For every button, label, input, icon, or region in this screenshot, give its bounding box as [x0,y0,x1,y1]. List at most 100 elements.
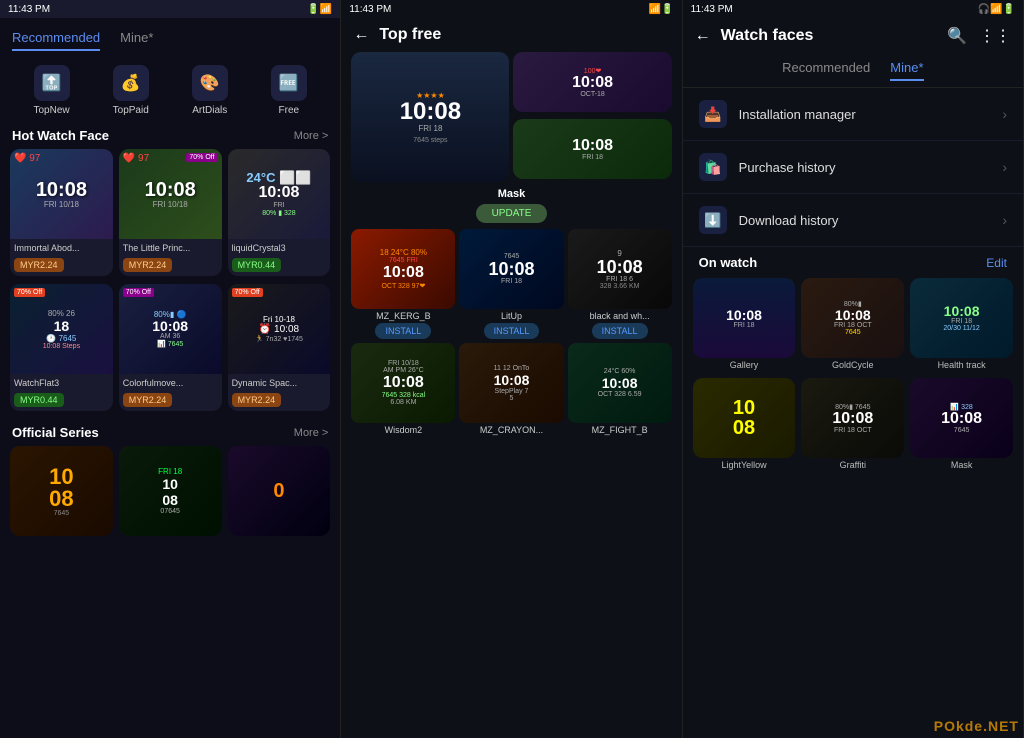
blackwhite-install[interactable]: INSTALL [592,323,648,339]
hot-more[interactable]: More > [294,130,329,142]
on-watch-header: On watch Edit [683,247,1023,274]
official-thumb-1: 10 08 7645 [10,446,113,536]
official-section-header: Official Series More > [0,419,340,446]
time-p1: 11:43 PM [8,4,50,15]
update-button[interactable]: UPDATE [476,204,548,223]
category-topnew[interactable]: 🔝 TopNew [34,65,70,116]
watch-thumb-prince: ❤️ 97 70% Off 10:08 FRI 10/18 [119,149,222,239]
watch-thumb-flat: 70% Off 80% 26 18 🕐 7645 10:08 Steps [10,284,113,374]
mask-card: 📊 328 10:08 7645 [910,378,1013,458]
healthtrack-card: 10:08 FRI 18 20/30 11/12 [910,278,1013,358]
fight-name: MZ_FIGHT_B [568,425,672,435]
on-watch-mask[interactable]: 📊 328 10:08 7645 Mask [910,378,1013,472]
menu-download[interactable]: ⬇️ Download history › [683,194,1023,247]
kerg-install[interactable]: INSTALL [375,323,431,339]
on-watch-gallery[interactable]: 10:08 FRI 18 Gallery [693,278,796,372]
status-icons-p2: 📶🔋 [649,4,674,15]
watch-price-dynamic: MYR2.24 [232,393,282,407]
p3-title: Watch faces [721,27,814,45]
official-card-2[interactable]: FRI 18 10 08 07645 [119,446,222,536]
watermark: POkde.NET [934,718,1019,734]
on-watch-graffiti[interactable]: 80%▮ 7645 10:08 FRI 18 OCT Graffiti [801,378,904,472]
watch-card-liquid[interactable]: 24°C ⬜⬜ 10:08 FRI 80% ▮ 328 liquidCrysta… [228,149,331,276]
menu-download-left: ⬇️ Download history [699,206,839,234]
blackwhite-name: black and wh... [568,311,672,321]
p2-title: Top free [379,26,441,44]
official-thumb-3: 0 [228,446,331,536]
topnew-label: TopNew [34,105,70,116]
free-label: Free [279,105,300,116]
watch-card-color[interactable]: 70% Off 80%▮ 🔵 10:08 AM 36 📊 7645 Colorf… [119,284,222,411]
official-card-1[interactable]: 10 08 7645 [10,446,113,536]
status-icons-p3: 🎧📶🔋 [978,4,1015,15]
wisdom-thumb: FRI 10/18 AM PM 26°C 10:08 7645 328 kcal… [351,343,455,423]
tab-recommended-p3[interactable]: Recommended [782,60,870,81]
panel-top-free: 11:43 PM 📶🔋 ← Top free ★★★★ 10:08 FRI 18… [341,0,682,738]
watch-name-color: Colorfulmove... [119,374,222,390]
watch-list-row2: FRI 10/18 AM PM 26°C 10:08 7645 328 kcal… [351,343,671,435]
download-label: Download history [739,213,839,228]
menu-icon[interactable]: ⋮⋮ [979,26,1011,46]
featured-label: Mask [351,188,671,200]
watch-thumb-immortal: ❤️ 97 10:08 FRI 10/18 [10,149,113,239]
back-button-p2[interactable]: ← [353,26,369,44]
back-button-p3[interactable]: ← [695,27,711,45]
litup-install[interactable]: INSTALL [484,323,540,339]
watch-price-flat: MYR0.44 [14,393,64,407]
gallery-name: Gallery [693,358,796,372]
status-icons-p1: 🔋📶 [307,4,332,15]
category-toppaid[interactable]: 💰 TopPaid [113,65,149,116]
p1-header: Recommended Mine* 🔝 TopNew 💰 TopPaid 🎨 A… [0,18,340,122]
watch-card-immortal[interactable]: ❤️ 97 10:08 FRI 10/18 Immortal Abod... M… [10,149,113,276]
watch-thumb-color: 70% Off 80%▮ 🔵 10:08 AM 36 📊 7645 [119,284,222,374]
search-icon[interactable]: 🔍 [947,26,967,46]
watch-item-blackwhite[interactable]: 9 10:08 FRI 18 6 328 3.66 KM black and w… [568,229,672,339]
featured-watch-main[interactable]: ★★★★ 10:08 FRI 18 7645 steps [351,52,509,182]
installation-label: Installation manager [739,107,856,122]
watch-item-fight[interactable]: 24°C 60% 10:08 OCT 328 6.59 MZ_FIGHT_B [568,343,672,435]
category-free[interactable]: 🆓 Free [271,65,307,116]
menu-purchase[interactable]: 🛍️ Purchase history › [683,141,1023,194]
watch-name-dynamic: Dynamic Spac... [228,374,331,390]
on-watch-goldcycle[interactable]: 80%▮ 10:08 FRI 18 OCT 7645 GoldCycle [801,278,904,372]
chevron-installation: › [1002,106,1007,122]
hot-watch-grid-1: ❤️ 97 10:08 FRI 10/18 Immortal Abod... M… [0,149,340,284]
on-watch-lightyellow[interactable]: 10 08 LightYellow [693,378,796,472]
official-title: Official Series [12,425,99,440]
featured-date: FRI 18 [418,124,442,133]
watch-item-crayon[interactable]: 11 12 OnTo 10:08 StepPlay 7 5 MZ_CRAYON.… [459,343,563,435]
tab-mine-p1[interactable]: Mine* [120,30,153,51]
panel-recommended: 11:43 PM 🔋📶 Recommended Mine* 🔝 TopNew 💰… [0,0,341,738]
artdials-label: ArtDials [192,105,227,116]
chevron-purchase: › [1002,159,1007,175]
free-icon: 🆓 [271,65,307,101]
featured-watch-sub2[interactable]: 10:08 FRI 18 [513,119,671,179]
time-p2: 11:43 PM [349,4,391,15]
tab-mine-p3[interactable]: Mine* [890,60,923,81]
watch-time: 10:08 [36,180,87,200]
heart-badge: ❤️ 97 [14,153,40,164]
on-watch-healthtrack[interactable]: 10:08 FRI 18 20/30 11/12 Health track [910,278,1013,372]
blackwhite-thumb: 9 10:08 FRI 18 6 328 3.66 KM [568,229,672,309]
featured-watch-sub1[interactable]: 100❤ 10:08 OCT-18 [513,52,671,112]
official-card-3[interactable]: 0 [228,446,331,536]
graffiti-card: 80%▮ 7645 10:08 FRI 18 OCT [801,378,904,458]
goldcycle-card: 80%▮ 10:08 FRI 18 OCT 7645 [801,278,904,358]
menu-installation[interactable]: 📥 Installation manager › [683,88,1023,141]
official-more[interactable]: More > [294,427,329,439]
category-artdials[interactable]: 🎨 ArtDials [192,65,228,116]
watch-name-prince: The Little Princ... [119,239,222,255]
tab-recommended-p1[interactable]: Recommended [12,30,100,51]
watch-item-wisdom[interactable]: FRI 10/18 AM PM 26°C 10:08 7645 328 kcal… [351,343,455,435]
watch-card-dynamic[interactable]: 70% Off Fri 10-18 ⏰ 10:08 🏃 7n32 ♥1745 D… [228,284,331,411]
p1-tabs: Recommended Mine* [12,26,328,55]
p2-content: ★★★★ 10:08 FRI 18 7645 steps 100❤ 10:08 … [341,52,681,435]
watch-item-litup[interactable]: 7645 10:08 FRI 18 LitUp INSTALL [459,229,563,339]
watch-price-color: MYR2.24 [123,393,173,407]
edit-button[interactable]: Edit [986,256,1007,270]
time-p3: 11:43 PM [691,4,733,15]
watch-card-prince[interactable]: ❤️ 97 70% Off 10:08 FRI 10/18 The Little… [119,149,222,276]
watch-card-flat[interactable]: 70% Off 80% 26 18 🕐 7645 10:08 Steps Wat… [10,284,113,411]
watch-item-kerg[interactable]: 18 24°C 80% 7645 FRI 10:08 OCT 328 97❤ M… [351,229,455,339]
on-watch-title: On watch [699,255,758,270]
